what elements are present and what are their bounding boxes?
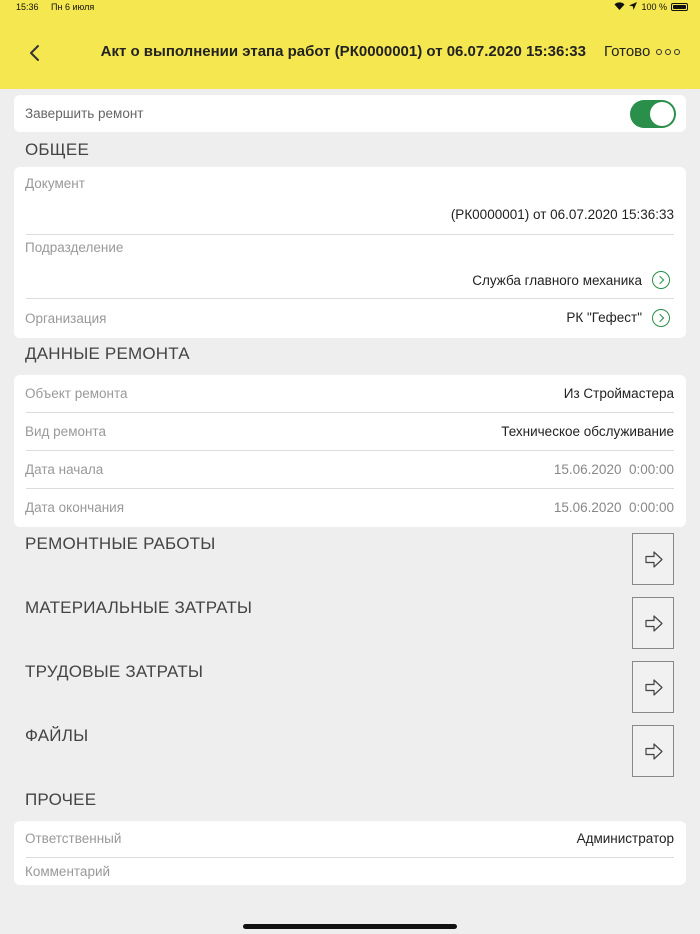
done-button[interactable]: Готово — [604, 43, 650, 60]
start-date-label: Дата начала — [25, 462, 104, 477]
document-value: (РК0000001) от 06.07.2020 15:36:33 — [450, 207, 674, 222]
arrow-right-outline-icon — [645, 615, 663, 632]
complete-repair-toggle[interactable] — [630, 100, 676, 128]
status-time: 15:36 — [16, 2, 39, 12]
repair-type-value: Техническое обслуживание — [501, 424, 674, 439]
section-labor-costs-title: ТРУДОВЫЕ ЗАТРАТЫ — [25, 662, 204, 681]
location-arrow-icon — [629, 2, 638, 12]
responsible-value[interactable]: Администратор — [577, 831, 674, 846]
divider — [26, 488, 674, 489]
header-bar: Акт о выполнении этапа работ (РК0000001)… — [0, 14, 700, 89]
repair-object-value: Из Строймастера — [563, 386, 674, 401]
divider — [26, 234, 674, 235]
section-repair-data-title: ДАННЫЕ РЕМОНТА — [25, 344, 190, 363]
repair-object-label: Объект ремонта — [25, 386, 128, 401]
section-repair-works-title: РЕМОНТНЫЕ РАБОТЫ — [25, 534, 216, 553]
battery-icon — [671, 3, 688, 11]
end-date-value[interactable]: 15.06.2020 0:00:00 — [554, 500, 674, 515]
complete-repair-label: Завершить ремонт — [25, 106, 144, 121]
comment-label: Комментарий — [25, 864, 111, 879]
other-card: Ответственный Администратор Комментарий — [14, 821, 686, 885]
repair-type-label: Вид ремонта — [25, 424, 106, 439]
arrow-right-outline-icon — [645, 743, 663, 760]
battery-percent: 100 % — [641, 2, 667, 12]
repair-data-card: Объект ремонта Из Строймастера Вид ремон… — [14, 375, 686, 527]
organization-open-icon[interactable] — [652, 309, 670, 327]
labor-costs-open-button[interactable] — [632, 661, 674, 713]
material-costs-open-button[interactable] — [632, 597, 674, 649]
start-date-value[interactable]: 15.06.2020 0:00:00 — [554, 462, 674, 477]
status-date: Пн 6 июля — [51, 2, 95, 12]
arrow-right-outline-icon — [645, 551, 663, 568]
section-files-title: ФАЙЛЫ — [25, 726, 89, 745]
status-bar: 15:36 Пн 6 июля 100 % — [0, 0, 700, 14]
section-material-costs-title: МАТЕРИАЛЬНЫЕ ЗАТРАТЫ — [25, 598, 253, 617]
section-general-title: ОБЩЕЕ — [25, 140, 89, 159]
department-open-icon[interactable] — [652, 271, 670, 289]
wifi-icon — [614, 2, 625, 12]
divider — [26, 412, 674, 413]
files-open-button[interactable] — [632, 725, 674, 777]
department-label: Подразделение — [25, 240, 124, 255]
department-value: Служба главного механика — [472, 273, 642, 288]
end-date-label: Дата окончания — [25, 500, 125, 515]
general-card: Документ (РК0000001) от 06.07.2020 15:36… — [14, 167, 686, 338]
complete-repair-card: Завершить ремонт — [14, 95, 686, 132]
section-other-title: ПРОЧЕЕ — [25, 790, 97, 809]
page-title: Акт о выполнении этапа работ (РК0000001)… — [100, 43, 586, 60]
more-dots-icon[interactable] — [656, 49, 680, 55]
organization-label: Организация — [25, 311, 107, 326]
arrow-right-outline-icon — [645, 679, 663, 696]
divider — [26, 450, 674, 451]
back-chevron-icon[interactable] — [24, 38, 46, 68]
repair-works-open-button[interactable] — [632, 533, 674, 585]
responsible-label: Ответственный — [25, 831, 122, 846]
divider — [26, 857, 674, 858]
divider — [26, 298, 674, 299]
document-label: Документ — [25, 176, 85, 191]
organization-value: РК "Гефест" — [566, 310, 642, 325]
home-indicator — [243, 924, 457, 929]
